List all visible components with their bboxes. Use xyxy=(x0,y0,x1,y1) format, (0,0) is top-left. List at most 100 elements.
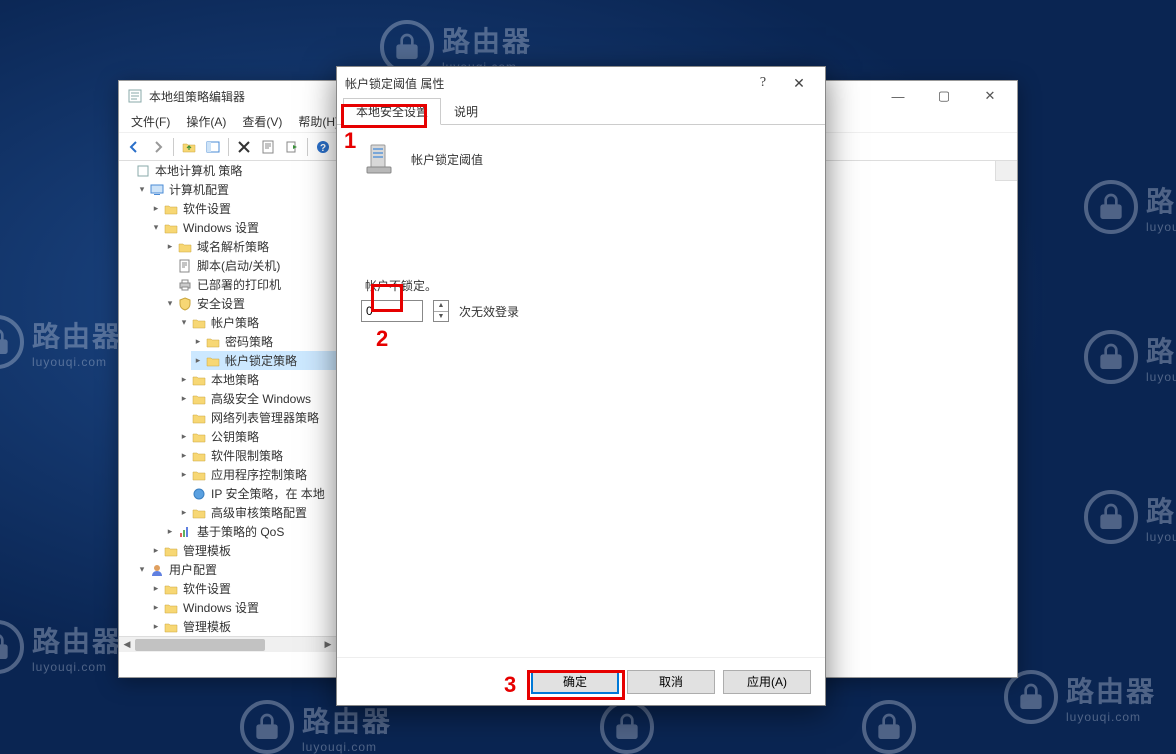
ip-security-icon xyxy=(191,486,207,502)
folder-icon xyxy=(177,239,193,255)
watermark-lock-icon xyxy=(1084,180,1138,234)
tab-explain[interactable]: 说明 xyxy=(441,98,491,125)
nav-forward-icon[interactable] xyxy=(147,136,169,158)
tree-admin-templates[interactable]: ▸管理模板 xyxy=(149,541,336,560)
scroll-left-icon[interactable]: ◀ xyxy=(119,637,135,653)
svg-text:?: ? xyxy=(320,143,326,154)
dialog-help-button[interactable]: ? xyxy=(745,75,781,91)
tree-software-restriction[interactable]: ▸软件限制策略 xyxy=(177,446,336,465)
tree-user-config[interactable]: ▾用户配置 xyxy=(135,560,336,579)
watermark-lock-icon xyxy=(240,700,294,754)
tree-advanced-audit[interactable]: ▸高级审核策略配置 xyxy=(177,503,336,522)
tree-password-policy[interactable]: ▸密码策略 xyxy=(191,332,336,351)
tree-user-software[interactable]: ▸软件设置 xyxy=(149,579,336,598)
scroll-right-icon[interactable]: ▶ xyxy=(320,637,336,653)
security-icon xyxy=(177,296,193,312)
folder-icon xyxy=(163,543,179,559)
invalid-attempts-label: 次无效登录 xyxy=(459,303,519,320)
properties-dialog: 帐户锁定阈值 属性 ? ✕ 本地安全设置 说明 帐户锁定阈值 帐户不锁定。 ▲ … xyxy=(336,66,826,706)
script-icon xyxy=(177,258,193,274)
tree-app-control[interactable]: ▸应用程序控制策略 xyxy=(177,465,336,484)
folder-icon xyxy=(191,391,207,407)
tree-user-windows[interactable]: ▸Windows 设置 xyxy=(149,598,336,617)
policy-folder-icon xyxy=(205,353,221,369)
watermark-lock-icon xyxy=(1084,490,1138,544)
tree-software-settings[interactable]: ▸软件设置 xyxy=(149,199,336,218)
dialog-heading: 帐户锁定阈值 xyxy=(411,151,483,168)
tree-computer-config[interactable]: ▾计算机配置 xyxy=(135,180,336,199)
dialog-footer: 确定 取消 应用(A) xyxy=(337,657,825,705)
watermark-lock-icon xyxy=(0,315,24,369)
folder-icon xyxy=(191,372,207,388)
folder-icon xyxy=(191,505,207,521)
spinner-up-icon[interactable]: ▲ xyxy=(434,301,448,312)
folder-icon xyxy=(191,410,207,426)
tree-ip-security[interactable]: ▸IP 安全策略，在 本地 xyxy=(177,484,336,503)
menu-file[interactable]: 文件(F) xyxy=(123,111,178,132)
watermark-lock-icon xyxy=(862,700,916,754)
tree-account-lockout-policy[interactable]: ▸帐户锁定策略 xyxy=(191,351,336,370)
help-icon[interactable]: ? xyxy=(312,136,334,158)
close-button[interactable]: ✕ xyxy=(967,81,1013,111)
dialog-tabs: 本地安全设置 说明 xyxy=(337,99,825,125)
tree-local-policies[interactable]: ▸本地策略 xyxy=(177,370,336,389)
tree-account-policies[interactable]: ▾帐户策略 xyxy=(177,313,336,332)
folder-icon xyxy=(163,600,179,616)
tree-policy-qos[interactable]: ▸基于策略的 QoS xyxy=(163,522,336,541)
folder-icon xyxy=(191,448,207,464)
cancel-button[interactable]: 取消 xyxy=(627,670,715,694)
menu-action[interactable]: 操作(A) xyxy=(178,111,234,132)
watermark-lock-icon xyxy=(1004,670,1058,724)
folder-icon xyxy=(163,619,179,635)
properties-icon[interactable] xyxy=(257,136,279,158)
maximize-button[interactable]: ▢ xyxy=(921,81,967,111)
folder-icon xyxy=(191,315,207,331)
tree-root[interactable]: ▾本地计算机 策略 xyxy=(121,161,336,180)
minimize-button[interactable]: — xyxy=(875,81,921,111)
list-header-edge xyxy=(995,161,1017,181)
app-icon xyxy=(127,88,143,104)
annotation-number-2: 2 xyxy=(376,326,388,352)
printer-icon xyxy=(177,277,193,293)
tab-security-settings[interactable]: 本地安全设置 xyxy=(343,98,441,125)
policy-icon xyxy=(135,163,151,179)
nav-back-icon[interactable] xyxy=(123,136,145,158)
tree-dns-policy[interactable]: ▸域名解析策略 xyxy=(163,237,336,256)
tree-network-list[interactable]: ▸网络列表管理器策略 xyxy=(177,408,336,427)
tree-deployed-printers[interactable]: ▸已部署的打印机 xyxy=(163,275,336,294)
spinner-buttons[interactable]: ▲ ▼ xyxy=(433,300,449,322)
dialog-close-button[interactable]: ✕ xyxy=(781,75,817,92)
policy-folder-icon xyxy=(205,334,221,350)
server-icon xyxy=(361,141,397,177)
up-folder-icon[interactable] xyxy=(178,136,200,158)
tree-user-admin-templates[interactable]: ▸管理模板 xyxy=(149,617,336,636)
tree-scrollbar[interactable]: ◀ ▶ xyxy=(119,636,336,652)
threshold-input[interactable] xyxy=(361,300,423,322)
watermark-lock-icon xyxy=(1084,330,1138,384)
tree-security-settings[interactable]: ▾安全设置 xyxy=(163,294,336,313)
annotation-number-3: 3 xyxy=(504,672,516,698)
dialog-body: 帐户锁定阈值 帐户不锁定。 ▲ ▼ 次无效登录 xyxy=(337,125,825,657)
dialog-title: 帐户锁定阈值 属性 xyxy=(345,75,745,92)
tree-public-key[interactable]: ▸公钥策略 xyxy=(177,427,336,446)
tree-scripts[interactable]: ▸脚本(启动/关机) xyxy=(163,256,336,275)
tree-advanced-windows[interactable]: ▸高级安全 Windows xyxy=(177,389,336,408)
dialog-titlebar[interactable]: 帐户锁定阈值 属性 ? ✕ xyxy=(337,67,825,99)
export-icon[interactable] xyxy=(281,136,303,158)
folder-icon xyxy=(163,201,179,217)
delete-icon[interactable] xyxy=(233,136,255,158)
tree-windows-settings[interactable]: ▾Windows 设置 xyxy=(149,218,336,237)
user-icon xyxy=(149,562,165,578)
no-lock-label: 帐户不锁定。 xyxy=(365,277,801,294)
folder-icon xyxy=(163,581,179,597)
apply-button[interactable]: 应用(A) xyxy=(723,670,811,694)
folder-icon xyxy=(191,467,207,483)
scroll-thumb[interactable] xyxy=(135,639,265,651)
menu-view[interactable]: 查看(V) xyxy=(234,111,290,132)
spinner-down-icon[interactable]: ▼ xyxy=(434,312,448,322)
ok-button[interactable]: 确定 xyxy=(531,670,619,694)
folder-icon xyxy=(163,220,179,236)
tree-pane[interactable]: ▾本地计算机 策略 ▾计算机配置 ▸软件设置 ▾Windows 设置 ▸域名解析… xyxy=(119,161,337,677)
show-hide-tree-icon[interactable] xyxy=(202,136,224,158)
computer-icon xyxy=(149,182,165,198)
